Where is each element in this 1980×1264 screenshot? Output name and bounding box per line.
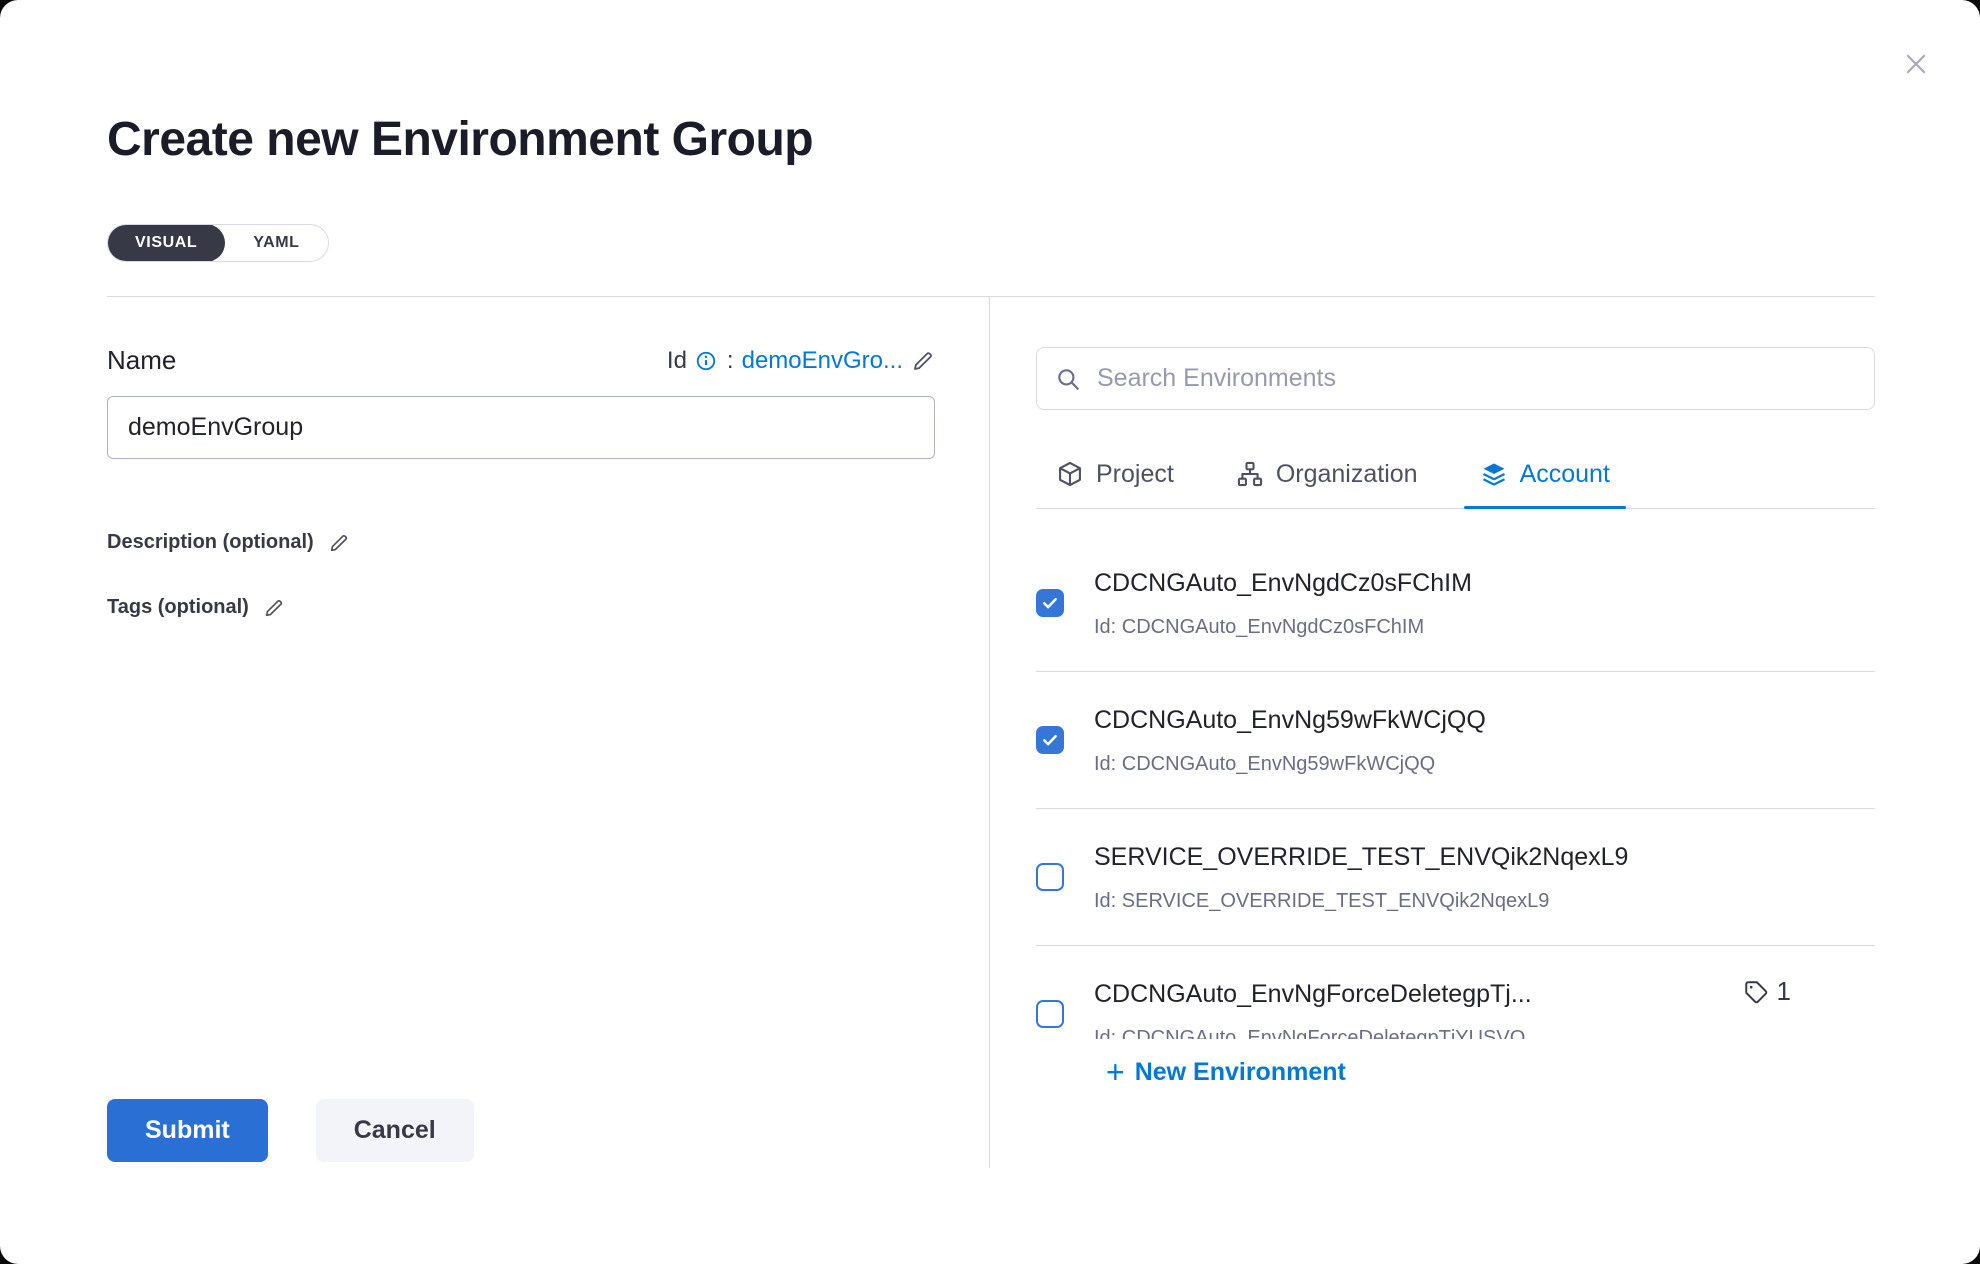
edit-description-button[interactable] — [328, 532, 350, 554]
environment-text: CDCNGAuto_EnvNgForceDeletegpTj... Id: CD… — [1094, 976, 1532, 1039]
environment-list-item[interactable]: CDCNGAuto_EnvNgdCz0sFChIM Id: CDCNGAuto_… — [1036, 509, 1875, 671]
tab-organization[interactable]: Organization — [1220, 440, 1434, 508]
environment-checkbox[interactable] — [1036, 726, 1064, 754]
id-label: Id — [667, 347, 687, 375]
org-hierarchy-icon — [1236, 460, 1264, 488]
edit-tags-button[interactable] — [263, 597, 285, 619]
environment-list-item[interactable]: CDCNGAuto_EnvNg59wFkWCjQQ Id: CDCNGAuto_… — [1036, 672, 1875, 808]
check-icon — [1041, 731, 1059, 749]
tab-organization-label: Organization — [1276, 460, 1418, 489]
environment-id: Id: CDCNGAuto_EnvNgForceDeletegpTjYUSVQ — [1094, 1024, 1532, 1039]
id-value-link[interactable]: demoEnvGro... — [742, 347, 903, 375]
edit-id-button[interactable] — [911, 349, 935, 373]
tab-project[interactable]: Project — [1040, 440, 1190, 508]
tag-icon — [1743, 979, 1769, 1005]
environments-panel: Project Organization A — [990, 297, 1875, 1168]
environment-name: CDCNGAuto_EnvNg59wFkWCjQQ — [1094, 702, 1486, 738]
pencil-icon — [263, 597, 285, 619]
cancel-button[interactable]: Cancel — [316, 1099, 474, 1162]
environment-list-item[interactable]: CDCNGAuto_EnvNgForceDeletegpTj... Id: CD… — [1036, 946, 1875, 1039]
environment-checkbox[interactable] — [1036, 1000, 1064, 1028]
info-icon[interactable] — [695, 350, 717, 372]
environment-list: CDCNGAuto_EnvNgdCz0sFChIM Id: CDCNGAuto_… — [1036, 509, 1875, 1039]
environment-text: CDCNGAuto_EnvNgdCz0sFChIM Id: CDCNGAuto_… — [1094, 565, 1472, 641]
new-environment-button[interactable]: + New Environment — [1100, 1057, 1352, 1088]
modal-title: Create new Environment Group — [107, 112, 1980, 168]
tab-project-label: Project — [1096, 460, 1174, 489]
close-icon — [1902, 48, 1930, 80]
description-label: Description (optional) — [107, 531, 314, 554]
layers-icon — [1480, 460, 1508, 488]
cube-icon — [1056, 460, 1084, 488]
environment-id: Id: SERVICE_OVERRIDE_TEST_ENVQik2NqexL9 — [1094, 887, 1628, 915]
visual-yaml-toggle: VISUAL YAML — [107, 224, 329, 262]
environment-id: Id: CDCNGAuto_EnvNgdCz0sFChIM — [1094, 613, 1472, 641]
name-input[interactable] — [107, 396, 935, 459]
search-environments-box — [1036, 347, 1875, 410]
tab-account[interactable]: Account — [1464, 440, 1626, 508]
environment-checkbox[interactable] — [1036, 589, 1064, 617]
search-environments-input[interactable] — [1095, 363, 1856, 394]
modal-content: Name Id : demoEnvGro... — [107, 297, 1875, 1168]
name-row: Name Id : demoEnvGro... — [107, 345, 935, 376]
pencil-icon — [911, 349, 935, 373]
environment-text: CDCNGAuto_EnvNg59wFkWCjQQ Id: CDCNGAuto_… — [1094, 702, 1486, 778]
environment-name: CDCNGAuto_EnvNgdCz0sFChIM — [1094, 565, 1472, 601]
description-row: Description (optional) — [107, 531, 943, 554]
environment-text: SERVICE_OVERRIDE_TEST_ENVQik2NqexL9 Id: … — [1094, 839, 1628, 915]
tag-count: 1 — [1777, 976, 1791, 1007]
name-label: Name — [107, 345, 176, 376]
id-display: Id : demoEnvGro... — [667, 347, 935, 375]
scope-tabs: Project Organization A — [1036, 440, 1875, 508]
tags-label: Tags (optional) — [107, 596, 249, 619]
close-button[interactable] — [1896, 44, 1936, 84]
tag-count-badge: 1 — [1743, 976, 1791, 1007]
environment-list-item[interactable]: SERVICE_OVERRIDE_TEST_ENVQik2NqexL9 Id: … — [1036, 809, 1875, 945]
toggle-visual-button[interactable]: VISUAL — [107, 224, 225, 262]
tags-row: Tags (optional) — [107, 596, 943, 619]
environment-id: Id: CDCNGAuto_EnvNg59wFkWCjQQ — [1094, 750, 1486, 778]
create-environment-group-modal: Create new Environment Group VISUAL YAML… — [0, 0, 1980, 1264]
pencil-icon — [328, 532, 350, 554]
environment-checkbox[interactable] — [1036, 863, 1064, 891]
tab-account-label: Account — [1520, 460, 1610, 489]
search-icon — [1055, 366, 1081, 392]
id-separator: : — [727, 347, 734, 375]
environment-name: CDCNGAuto_EnvNgForceDeletegpTj... — [1094, 976, 1532, 1012]
submit-button[interactable]: Submit — [107, 1099, 268, 1162]
environment-name: SERVICE_OVERRIDE_TEST_ENVQik2NqexL9 — [1094, 839, 1628, 875]
form-panel: Name Id : demoEnvGro... — [107, 297, 989, 1168]
new-environment-label: New Environment — [1135, 1058, 1346, 1087]
check-icon — [1041, 594, 1059, 612]
form-actions: Submit Cancel — [107, 1099, 943, 1168]
toggle-yaml-button[interactable]: YAML — [225, 225, 327, 261]
plus-icon: + — [1106, 1060, 1125, 1085]
